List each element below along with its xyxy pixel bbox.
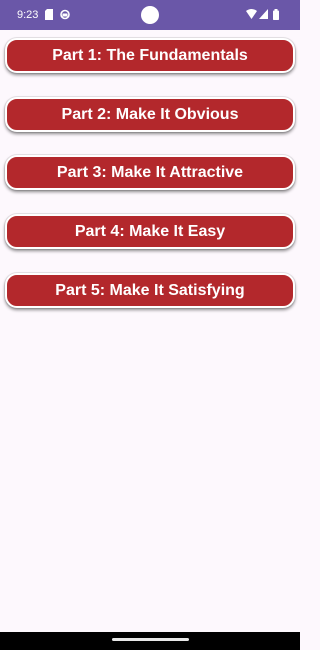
signal-icon xyxy=(259,9,268,19)
camera-cutout xyxy=(141,6,159,24)
sync-icon xyxy=(60,9,70,20)
main-content: Part 1: The Fundamentals Part 2: Make It… xyxy=(0,30,300,632)
chapter-button-part-4[interactable]: Part 4: Make It Easy xyxy=(5,214,295,249)
status-bar: 9:23 xyxy=(0,0,300,30)
chapter-button-part-1[interactable]: Part 1: The Fundamentals xyxy=(5,38,295,73)
home-indicator[interactable] xyxy=(112,638,189,641)
navigation-bar xyxy=(0,632,300,650)
wifi-icon xyxy=(246,9,257,19)
status-time: 9:23 xyxy=(17,9,39,21)
battery-icon xyxy=(273,9,279,20)
chapter-button-part-3[interactable]: Part 3: Make It Attractive xyxy=(5,155,295,190)
chapter-button-part-2[interactable]: Part 2: Make It Obvious xyxy=(5,97,295,132)
chapter-button-part-5[interactable]: Part 5: Make It Satisfying xyxy=(5,273,295,308)
sim-card-icon xyxy=(45,9,53,20)
